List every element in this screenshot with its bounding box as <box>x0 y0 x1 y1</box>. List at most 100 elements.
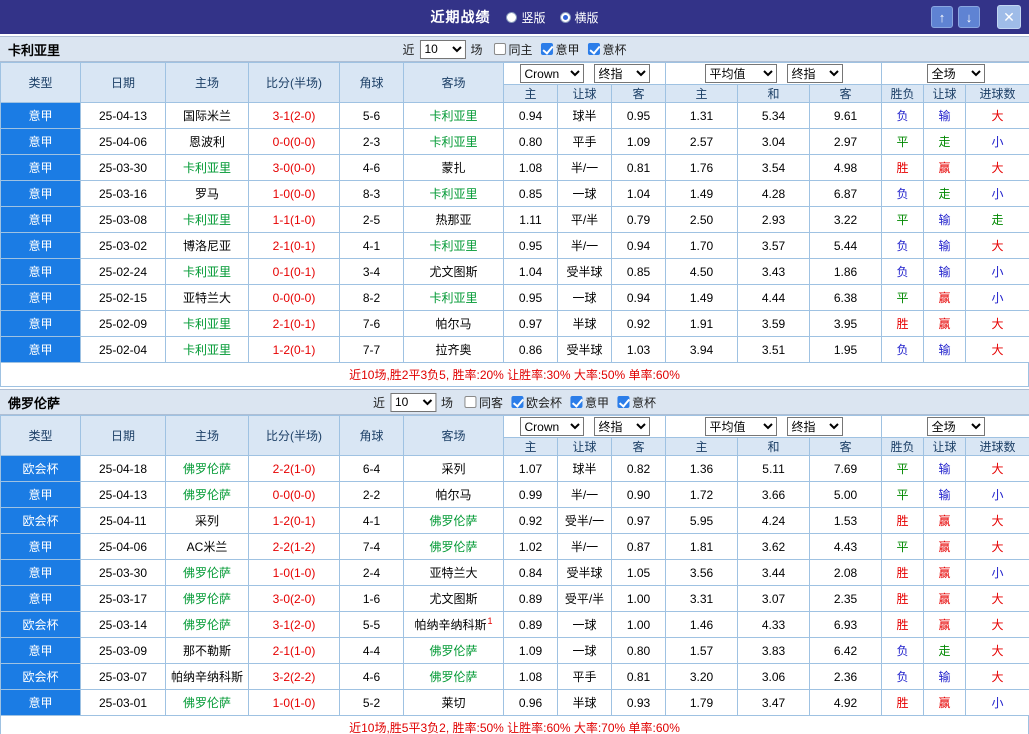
team-name: 卡利亚里 <box>8 42 61 58</box>
match-row: 意甲 25-03-02 博洛尼亚 2-1(0-1) 4-1 卡利亚里 0.95 半/一 0.94… <box>0 232 1029 259</box>
checkbox-icon <box>570 396 583 408</box>
odds-handicap: 半/一 <box>557 533 612 560</box>
scope-select[interactable]: 全场 <box>926 64 985 83</box>
filter-checkbox-意甲[interactable]: 意甲 <box>540 41 580 58</box>
filter-checkbox-欧会杯[interactable]: 欧会杯 <box>511 394 562 411</box>
col-corner: 角球 <box>339 62 404 103</box>
col-avg-draw: 和 <box>737 84 811 103</box>
corner-score: 5-5 <box>339 611 404 638</box>
away-team: 热那亚 <box>403 206 504 233</box>
away-team: 佛罗伦萨 <box>403 533 504 560</box>
col-odds-home: 主 <box>503 437 558 456</box>
average-select[interactable]: 平均值 <box>704 64 777 83</box>
filter-checkbox-group: 同主 意甲 意杯 <box>493 41 627 58</box>
odds-away: 0.85 <box>610 258 667 285</box>
avg-draw: 3.06 <box>737 663 811 690</box>
window-title: 近期战绩 <box>430 9 491 25</box>
filter-checkbox-意甲[interactable]: 意甲 <box>570 394 609 411</box>
odds-handicap: 半球 <box>557 689 612 716</box>
result-goals: 小 <box>965 689 1029 716</box>
result-wdl: 胜 <box>881 689 925 716</box>
match-count-select[interactable]: 10 <box>419 39 466 59</box>
average-mode-select[interactable]: 终指 <box>786 417 843 436</box>
match-count-select[interactable]: 10 <box>389 392 436 412</box>
checkbox-icon <box>463 396 476 408</box>
odds-home: 0.95 <box>503 232 558 259</box>
avg-away: 4.92 <box>809 689 883 716</box>
filter-bar: 近 10 场 同主 意甲 意杯 <box>402 39 627 59</box>
bookmaker-mode-select[interactable]: 终指 <box>593 417 650 436</box>
avg-away: 3.22 <box>809 206 883 233</box>
result-wdl: 负 <box>881 180 925 207</box>
corner-score: 4-1 <box>339 232 404 259</box>
corner-score: 2-4 <box>339 559 404 586</box>
avg-away: 7.69 <box>809 455 883 482</box>
section-cagliari: 卡利亚里 近 10 场 同主 意甲 意杯 类型 日期 主场 比分(半场) 角球 … <box>0 36 1029 387</box>
close-button[interactable]: ✕ <box>997 5 1021 29</box>
league-badge: 意甲 <box>0 128 81 155</box>
score: 0-0(0-0) <box>248 128 340 155</box>
avg-draw: 3.43 <box>737 258 811 285</box>
filter-prefix: 近 <box>402 42 415 57</box>
col-home: 主场 <box>165 415 249 456</box>
col-result-handicap: 让球 <box>923 437 967 456</box>
home-team: 卡利亚里 <box>165 154 249 181</box>
average-select[interactable]: 平均值 <box>704 417 777 436</box>
odds-home: 1.11 <box>503 206 558 233</box>
odds-away: 0.81 <box>610 663 667 690</box>
result-goals: 大 <box>965 507 1029 534</box>
filter-checkbox-group: 同客 欧会杯 意甲 意杯 <box>463 394 656 411</box>
result-handicap: 赢 <box>923 585 967 612</box>
odds-home: 1.02 <box>503 533 558 560</box>
league-badge: 意甲 <box>0 232 81 259</box>
avg-away: 6.38 <box>809 284 883 311</box>
result-wdl: 平 <box>881 481 925 508</box>
result-goals: 大 <box>965 336 1029 363</box>
match-row: 意甲 25-03-17 佛罗伦萨 3-0(2-0) 1-6 尤文图斯 0.89 受平/半 1.0… <box>0 585 1029 612</box>
match-row: 欧会杯 25-04-11 采列 1-2(0-1) 4-1 佛罗伦萨 0.92 受半/一 0.97… <box>0 507 1029 534</box>
col-odds-away: 客 <box>610 437 667 456</box>
home-team: 佛罗伦萨 <box>165 481 249 508</box>
match-date: 25-03-16 <box>80 180 166 207</box>
result-wdl: 负 <box>881 232 925 259</box>
window-controls: ↑ ↓ ✕ <box>931 5 1021 29</box>
odds-handicap: 一球 <box>557 284 612 311</box>
odds-home: 1.04 <box>503 258 558 285</box>
bookmaker-mode-select[interactable]: 终指 <box>593 64 650 83</box>
col-avg-away: 客 <box>809 437 883 456</box>
match-row: 欧会杯 25-03-14 佛罗伦萨 3-1(2-0) 5-5 帕纳辛纳科斯1 0.89 一球 1… <box>0 611 1029 638</box>
move-down-button[interactable]: ↓ <box>958 6 980 28</box>
checkbox-icon <box>493 43 506 55</box>
filter-checkbox-同客[interactable]: 同客 <box>463 394 503 411</box>
move-up-button[interactable]: ↑ <box>931 6 953 28</box>
league-badge: 意甲 <box>0 284 81 311</box>
result-handicap: 输 <box>923 663 967 690</box>
result-goals: 小 <box>965 284 1029 311</box>
result-wdl: 平 <box>881 206 925 233</box>
result-goals: 大 <box>965 310 1029 337</box>
result-handicap: 输 <box>923 336 967 363</box>
avg-draw: 5.11 <box>737 455 811 482</box>
result-wdl: 胜 <box>881 154 925 181</box>
odds-away: 0.97 <box>610 507 667 534</box>
layout-radio-竖版[interactable]: 竖版 <box>506 9 546 26</box>
match-row: 意甲 25-04-06 AC米兰 2-2(1-2) 7-4 佛罗伦萨 1.02 半/一 0.87… <box>0 533 1029 560</box>
avg-away: 6.42 <box>809 637 883 664</box>
match-row: 意甲 25-04-13 国际米兰 3-1(2-0) 5-6 卡利亚里 0.94 球半 0.95 1… <box>0 102 1029 129</box>
bookmaker-select[interactable]: Crown <box>519 64 584 83</box>
match-date: 25-02-09 <box>80 310 166 337</box>
corner-score: 4-1 <box>339 507 404 534</box>
layout-radio-横版[interactable]: 横版 <box>559 9 599 26</box>
filter-checkbox-同主[interactable]: 同主 <box>493 41 533 58</box>
home-team: 卡利亚里 <box>165 310 249 337</box>
filter-checkbox-意杯[interactable]: 意杯 <box>617 394 656 411</box>
filter-checkbox-意杯[interactable]: 意杯 <box>587 41 627 58</box>
radio-label: 横版 <box>574 10 599 25</box>
odds-home: 0.96 <box>503 689 558 716</box>
bookmaker-select[interactable]: Crown <box>519 417 584 436</box>
scope-select[interactable]: 全场 <box>926 417 985 436</box>
average-mode-select[interactable]: 终指 <box>786 64 843 83</box>
home-team: 国际米兰 <box>165 102 249 129</box>
avg-draw: 3.07 <box>737 585 811 612</box>
odds-home: 1.08 <box>503 663 558 690</box>
